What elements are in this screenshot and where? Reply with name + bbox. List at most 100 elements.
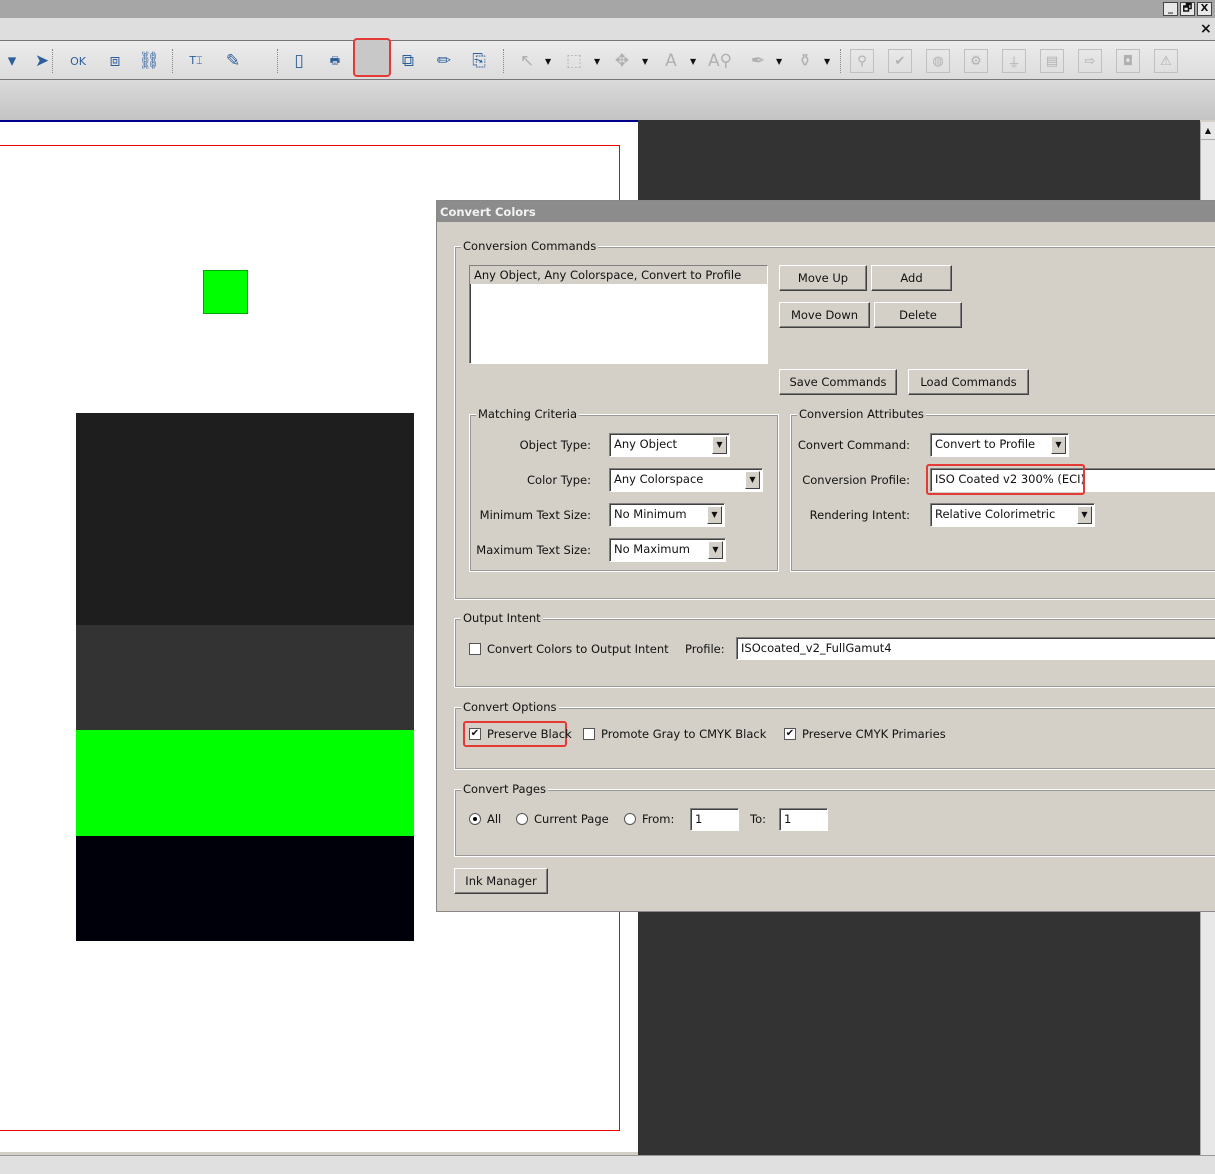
color-type-label: Color Type: (527, 473, 591, 487)
dark-block (76, 413, 414, 625)
convert-colors-highlight (353, 38, 391, 77)
group-legend: Convert Pages (461, 782, 548, 796)
gear-icon[interactable]: ⚙ (964, 49, 988, 73)
pen-select-icon[interactable]: ✒ (746, 49, 770, 73)
tool-dropdown[interactable]: ▾ (0, 49, 24, 73)
crop-icon[interactable]: ⧈ (103, 49, 127, 73)
scroll-up-icon[interactable]: ▲ (1201, 122, 1215, 140)
search-icon[interactable]: ⚲ (850, 49, 874, 73)
dropdown-caret-icon[interactable]: ▼ (776, 57, 782, 66)
filter-icon[interactable]: ⏚ (1002, 49, 1026, 73)
to-page-input[interactable]: 1 (779, 808, 828, 831)
link-icon[interactable]: ⛓ (137, 49, 161, 73)
chevron-down-icon[interactable]: ▼ (708, 541, 723, 559)
dropdown-caret-icon[interactable]: ▼ (545, 57, 551, 66)
toolbar-separator (277, 49, 278, 73)
ink-manager-button[interactable]: Ink Manager (454, 868, 548, 894)
delete-button[interactable]: Delete (874, 302, 962, 328)
promote-gray-checkbox[interactable] (583, 728, 595, 740)
dropdown-caret-icon[interactable]: ▼ (594, 57, 600, 66)
toolbar-separator (52, 49, 53, 73)
group-legend: Output Intent (461, 611, 543, 625)
preserve-black-label: Preserve Black (487, 727, 572, 741)
chevron-down-icon[interactable]: ▼ (712, 436, 727, 454)
edit-form-icon[interactable]: ✎ (221, 49, 245, 73)
toolbar-separator (840, 49, 841, 73)
toolbar-secondary (0, 80, 1215, 120)
preserve-black-checkbox[interactable]: ✔ (469, 728, 481, 740)
output-profile-field[interactable]: ISOcoated_v2_FullGamut4 (736, 637, 1215, 660)
find-text-icon[interactable]: A⚲ (708, 49, 732, 73)
close-document-button[interactable]: × (1200, 21, 1212, 37)
text-field-icon[interactable]: T⌶ (184, 49, 208, 73)
restore-button[interactable]: 🗗 (1180, 2, 1195, 16)
current-page-label: Current Page (534, 812, 609, 826)
convert-to-output-intent-checkbox[interactable] (469, 643, 481, 655)
chevron-down-icon[interactable]: ▼ (707, 506, 722, 524)
chevron-down-icon[interactable]: ▼ (1051, 436, 1066, 454)
camera-icon[interactable]: ◘ (1116, 49, 1140, 73)
object-select-icon[interactable]: ↖ (515, 49, 539, 73)
object-type-label: Object Type: (519, 438, 591, 452)
current-page-radio[interactable] (516, 813, 528, 825)
select-arrow-icon[interactable]: ➤ (30, 49, 54, 73)
from-page-input[interactable]: 1 (690, 808, 739, 831)
select-value: No Minimum (614, 507, 687, 521)
black-block (76, 836, 414, 941)
object-type-select[interactable]: Any Object ▼ (609, 433, 730, 457)
warning-icon[interactable]: ⚠ (1154, 49, 1178, 73)
group-legend: Matching Criteria (476, 407, 580, 421)
minimize-button[interactable]: _ (1163, 2, 1178, 16)
group-legend: Conversion Attributes (797, 407, 926, 421)
edit-pencil-icon[interactable]: ✏ (432, 49, 456, 73)
dropdown-caret-icon[interactable]: ▼ (690, 57, 696, 66)
crop-page-icon[interactable]: ⧉ (396, 49, 420, 73)
add-button[interactable]: Add (871, 265, 952, 291)
horizontal-scrollbar[interactable] (0, 1155, 1215, 1174)
list-item[interactable]: Any Object, Any Colorspace, Convert to P… (470, 266, 767, 284)
convert-command-select[interactable]: Convert to Profile ▼ (930, 433, 1069, 457)
eyedropper-icon[interactable]: ⚱ (793, 49, 817, 73)
select-value: Any Object (614, 437, 678, 451)
toolbar: ▾➤OK⧈⛓T⌶✎▯🖶▥⧉✏⎘↖⬚✥AA⚲✒⚱⚲✔◍⚙⏚▤⇨◘⚠▼▼▼▼▼▼ (0, 40, 1215, 80)
preserve-primaries-label: Preserve CMYK Primaries (802, 727, 946, 741)
max-text-size-select[interactable]: No Maximum ▼ (609, 538, 726, 562)
commands-list[interactable]: Any Object, Any Colorspace, Convert to P… (469, 265, 768, 364)
green-square (203, 270, 248, 314)
text-touchup-icon[interactable]: A (659, 49, 683, 73)
all-pages-radio[interactable] (469, 813, 481, 825)
close-button[interactable]: X (1197, 2, 1212, 16)
move-up-button[interactable]: Move Up (779, 265, 867, 291)
pdf-optimizer-icon[interactable]: ⎘ (467, 49, 491, 73)
dropdown-caret-icon[interactable]: ▼ (642, 57, 648, 66)
toolbar-separator (172, 49, 173, 73)
select-value: Convert to Profile (935, 437, 1036, 451)
rendering-intent-select[interactable]: Relative Colorimetric ▼ (930, 503, 1095, 527)
color-type-select[interactable]: Any Colorspace ▼ (609, 468, 763, 492)
layout-icon[interactable]: ▤ (1040, 49, 1064, 73)
group-legend: Conversion Commands (461, 239, 599, 253)
title-bar (0, 0, 1215, 18)
preflight-icon[interactable]: ▯ (287, 49, 311, 73)
globe-icon[interactable]: ◍ (926, 49, 950, 73)
load-commands-button[interactable]: Load Commands (908, 369, 1029, 395)
from-radio[interactable] (624, 813, 636, 825)
marquee-icon[interactable]: ⬚ (562, 49, 586, 73)
move-icon[interactable]: ✥ (610, 49, 634, 73)
print-preview-icon[interactable]: 🖶 (323, 49, 347, 73)
chevron-down-icon[interactable]: ▼ (1077, 506, 1092, 524)
dropdown-caret-icon[interactable]: ▼ (824, 57, 830, 66)
convert-command-label: Convert Command: (797, 438, 910, 452)
to-label: To: (750, 812, 766, 826)
chevron-down-icon[interactable]: ▼ (745, 471, 760, 489)
group-legend: Convert Options (461, 700, 559, 714)
menu-row (0, 18, 1215, 40)
preserve-primaries-checkbox[interactable]: ✔ (784, 728, 796, 740)
export-icon[interactable]: ⇨ (1078, 49, 1102, 73)
select-value: No Maximum (614, 542, 690, 556)
ok-button-tool-icon[interactable]: OK (66, 49, 90, 73)
check-icon[interactable]: ✔ (888, 49, 912, 73)
move-down-button[interactable]: Move Down (779, 302, 870, 328)
save-commands-button[interactable]: Save Commands (779, 369, 897, 395)
min-text-size-select[interactable]: No Minimum ▼ (609, 503, 725, 527)
